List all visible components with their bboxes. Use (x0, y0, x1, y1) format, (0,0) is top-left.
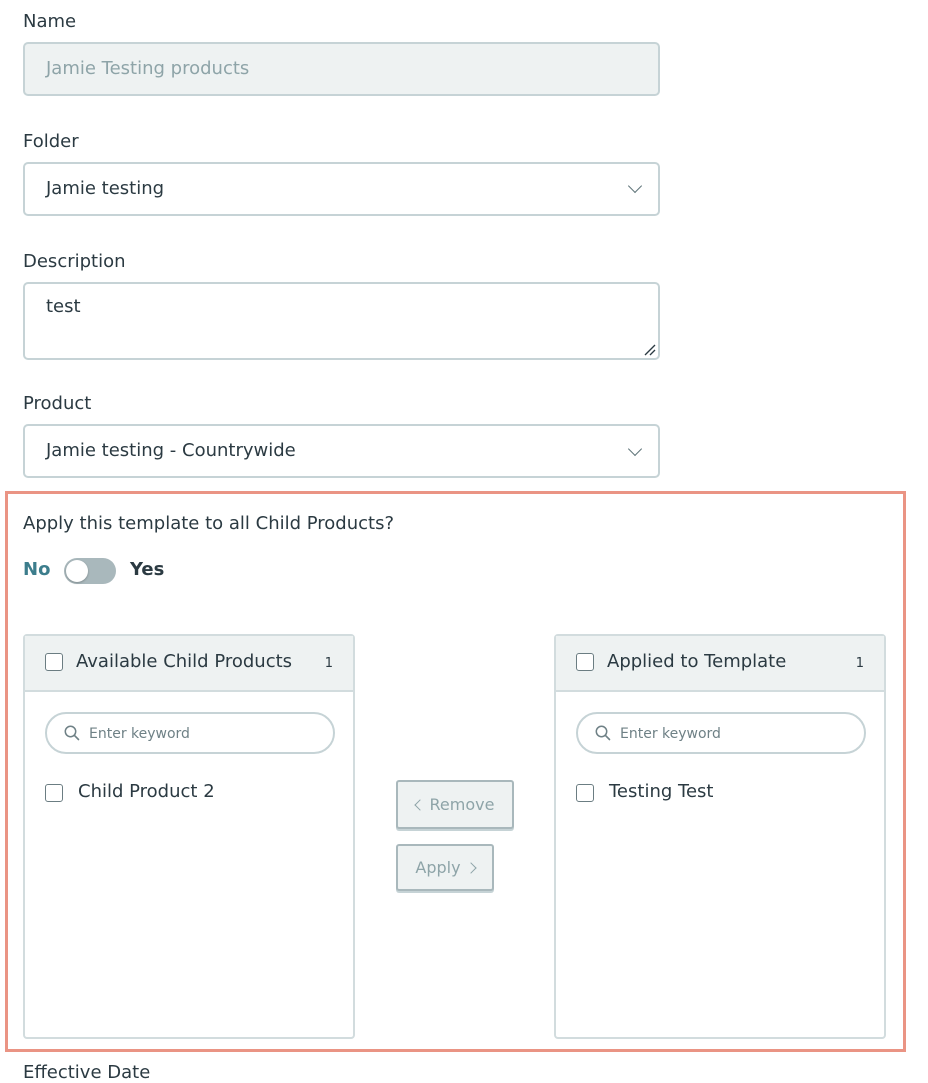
folder-select[interactable]: Jamie testing (23, 162, 660, 216)
product-select[interactable]: Jamie testing - Countrywide (23, 424, 660, 478)
name-field[interactable]: Jamie Testing products (23, 42, 660, 96)
list-item-checkbox[interactable] (576, 784, 594, 802)
product-select-value: Jamie testing - Countrywide (46, 440, 296, 461)
applied-to-template-panel: Applied to Template 1 Testing Test (554, 634, 886, 1039)
applied-panel-title: Applied to Template (607, 651, 787, 672)
apply-child-products-question: Apply this template to all Child Product… (23, 513, 395, 534)
available-panel-title: Available Child Products (76, 651, 293, 672)
name-label: Name (23, 11, 77, 32)
available-count: 1 (324, 656, 333, 671)
name-field-value: Jamie Testing products (46, 58, 250, 79)
select-all-applied-checkbox[interactable] (576, 653, 594, 671)
chevron-down-icon (627, 441, 643, 457)
folder-select-value: Jamie testing (46, 178, 165, 199)
chevron-left-icon (413, 798, 426, 811)
apply-button-label: Apply (415, 858, 461, 877)
available-search-input[interactable] (87, 720, 321, 748)
apply-button[interactable]: Apply (396, 844, 494, 891)
chevron-right-icon (464, 861, 477, 874)
product-label: Product (23, 393, 92, 414)
available-child-products-panel: Available Child Products 1 Child Product… (23, 634, 355, 1039)
description-textarea[interactable]: test (23, 282, 660, 360)
list-item-label: Child Product 2 (78, 781, 215, 802)
list-item-checkbox[interactable] (45, 784, 63, 802)
applied-panel-header: Applied to Template 1 (556, 636, 884, 692)
effective-date-label: Effective Date (23, 1062, 151, 1083)
available-search (45, 712, 335, 754)
toggle-yes-label: Yes (130, 559, 165, 580)
apply-child-products-toggle[interactable] (64, 558, 116, 584)
toggle-no-label: No (23, 559, 51, 580)
list-item-label: Testing Test (609, 781, 714, 802)
select-all-available-checkbox[interactable] (45, 653, 63, 671)
search-icon (64, 725, 80, 741)
description-value: test (46, 296, 81, 317)
remove-button[interactable]: Remove (396, 780, 514, 829)
resize-grip-icon[interactable] (642, 342, 656, 356)
folder-label: Folder (23, 131, 79, 152)
chevron-down-icon (627, 178, 643, 194)
remove-button-label: Remove (429, 795, 495, 814)
available-panel-header: Available Child Products 1 (25, 636, 353, 692)
applied-search-input[interactable] (618, 720, 852, 748)
applied-count: 1 (855, 656, 864, 671)
description-label: Description (23, 251, 126, 272)
toggle-knob (66, 560, 88, 582)
applied-search (576, 712, 866, 754)
search-icon (595, 725, 611, 741)
